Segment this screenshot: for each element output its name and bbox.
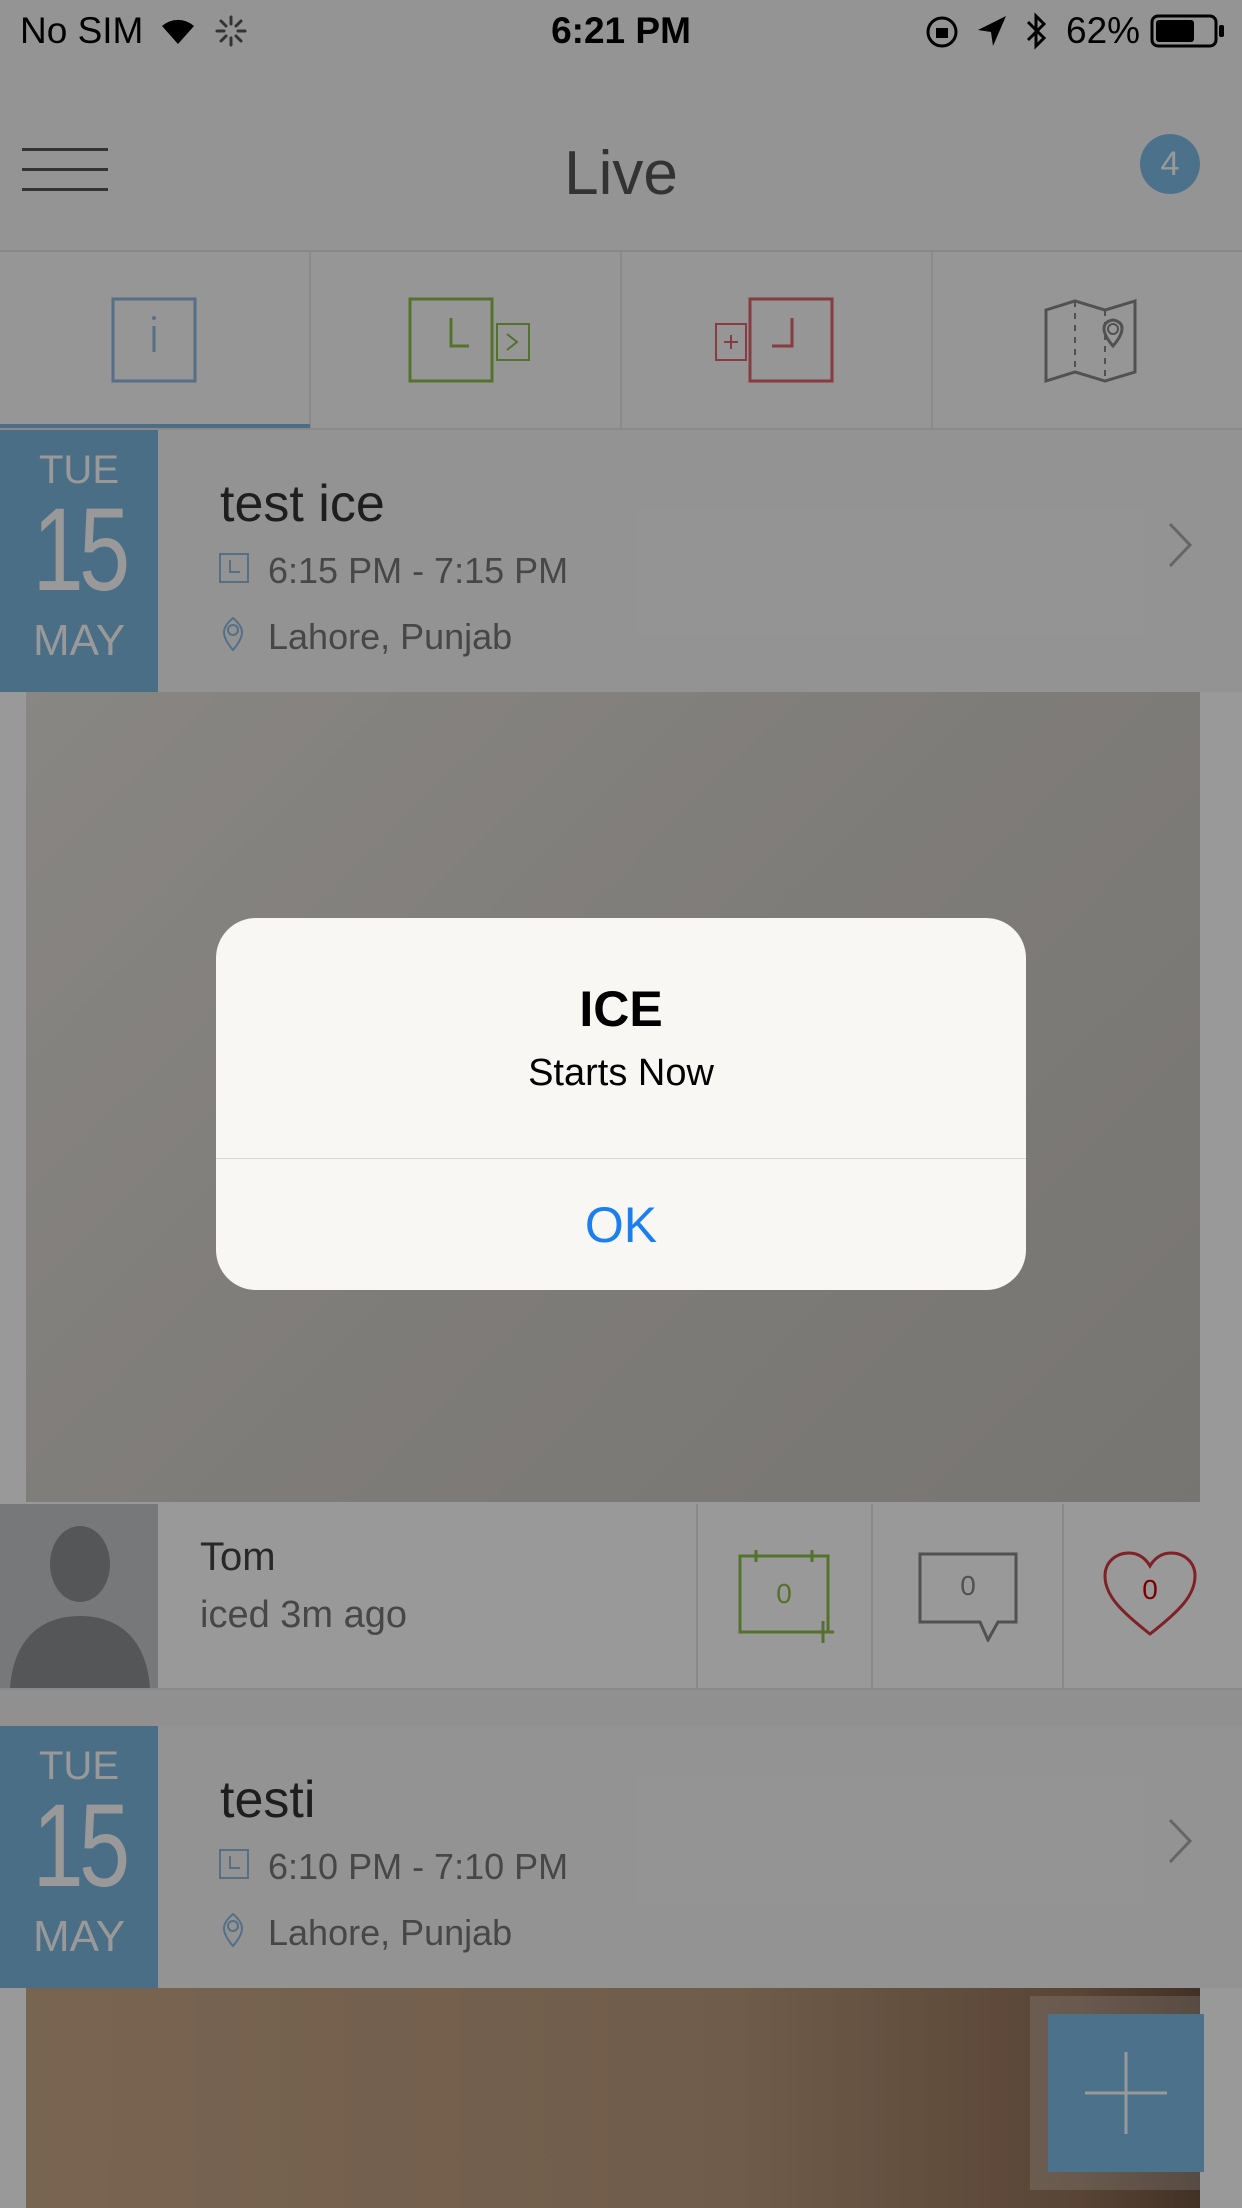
ok-button[interactable]: OK — [216, 1160, 1026, 1290]
alert-message: Starts Now — [528, 1052, 714, 1094]
alert-title: ICE — [579, 981, 663, 1037]
alert-dialog: ICE Starts Now OK — [216, 918, 1026, 1290]
alert-divider — [216, 1158, 1026, 1159]
